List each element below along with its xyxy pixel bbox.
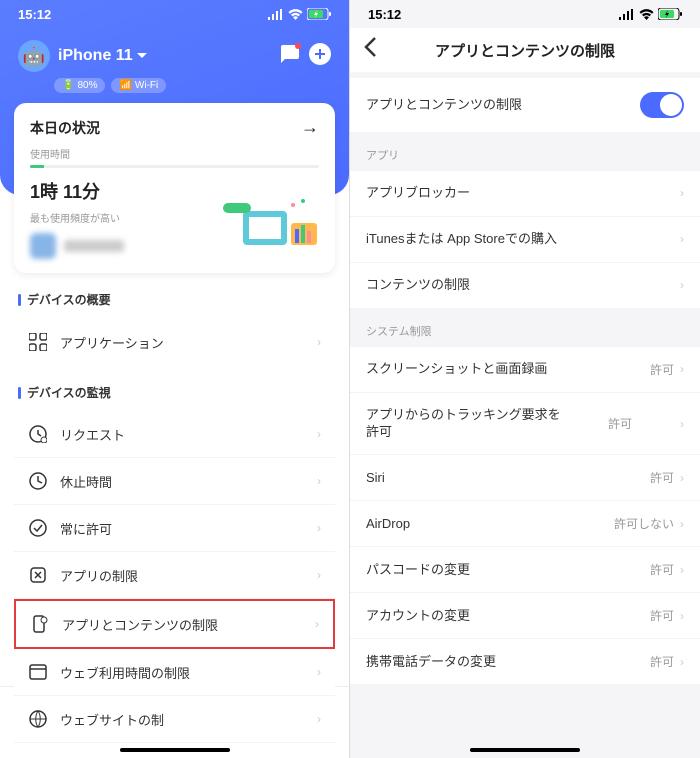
hourglass-icon	[28, 565, 48, 585]
signal-icon	[619, 9, 635, 20]
chevron-right-icon: ›	[317, 665, 321, 679]
chevron-right-icon: ›	[680, 471, 684, 485]
chevron-left-icon	[364, 37, 376, 57]
arrow-right-icon: →	[301, 117, 319, 138]
section-system-label: システム制限	[350, 309, 700, 347]
device-header: 🤖 iPhone 11	[14, 28, 335, 80]
chat-icon	[279, 45, 299, 63]
back-button[interactable]	[364, 37, 388, 63]
status-time: 15:12	[18, 7, 51, 22]
chevron-right-icon: ›	[317, 712, 321, 726]
wifi-icon	[639, 9, 654, 20]
master-toggle-row: アプリとコンテンツの制限	[350, 78, 700, 133]
status-indicators	[619, 8, 682, 20]
content-limit-row[interactable]: コンテンツの制限 ›	[350, 263, 700, 309]
usage-time-label: 使用時間	[30, 146, 319, 161]
today-title: 本日の状況	[30, 118, 100, 138]
chevron-right-icon: ›	[317, 521, 321, 535]
browser-icon	[28, 662, 48, 682]
chevron-right-icon: ›	[680, 655, 684, 669]
globe-icon	[28, 709, 48, 729]
monitor-website-limit[interactable]: ウェブサイトの制 ›	[14, 696, 335, 743]
chevron-right-icon: ›	[680, 517, 684, 531]
home-indicator[interactable]	[470, 748, 580, 752]
plus-circle-icon	[309, 43, 331, 65]
check-icon	[28, 518, 48, 538]
device-avatar: 🤖	[18, 40, 50, 72]
illustration-icon	[213, 193, 323, 255]
screenshot-row[interactable]: スクリーンショットと画面録画 許可 ›	[350, 347, 700, 393]
phone-right-screen: 15:12 アプリとコンテンツの制限 アプリとコンテンツの制限 アプリ アプリブ…	[350, 0, 700, 758]
today-status-card[interactable]: 本日の状況 → 使用時間 1時 11分 最も使用頻度が高い	[14, 103, 335, 273]
phone-gear-icon	[30, 614, 50, 634]
airdrop-row[interactable]: AirDrop 許可しない ›	[350, 501, 700, 547]
chevron-right-icon: ›	[680, 417, 684, 431]
blurred-app-name	[64, 240, 124, 252]
monitor-downtime[interactable]: 休止時間 ›	[14, 458, 335, 505]
monitor-app-content-limit[interactable]: アプリとコンテンツの制限 ›	[14, 599, 335, 649]
cellular-row[interactable]: 携帯電話データの変更 許可 ›	[350, 639, 700, 684]
add-button[interactable]	[309, 43, 331, 70]
passcode-row[interactable]: パスコードの変更 許可 ›	[350, 547, 700, 593]
blurred-app-icon	[30, 233, 56, 259]
chevron-right-icon: ›	[680, 609, 684, 623]
chevron-right-icon: ›	[680, 278, 684, 292]
chevron-right-icon: ›	[315, 617, 319, 631]
account-row[interactable]: アカウントの変更 許可 ›	[350, 593, 700, 639]
grid-icon	[28, 332, 48, 352]
usage-bar	[30, 165, 319, 168]
app-blocker-row[interactable]: アプリブロッカー ›	[350, 171, 700, 217]
chevron-right-icon: ›	[680, 232, 684, 246]
battery-badge: 🔋 80%	[54, 78, 105, 93]
itunes-purchase-row[interactable]: iTunesまたは App Storeでの購入 ›	[350, 217, 700, 263]
chevron-right-icon: ›	[680, 186, 684, 200]
phone-left-screen: 15:12 🤖 iPhone 11 🔋 80%	[0, 0, 350, 758]
wifi-badge: 📶 Wi-Fi	[111, 78, 166, 93]
monitor-web-time-limit[interactable]: ウェブ利用時間の制限 ›	[14, 649, 335, 696]
tracking-row[interactable]: アプリからのトラッキング要求を許可 許可 ›	[350, 393, 700, 456]
chevron-right-icon: ›	[317, 335, 321, 349]
signal-icon	[268, 9, 284, 20]
chevron-down-icon	[137, 53, 147, 59]
chevron-right-icon: ›	[317, 568, 321, 582]
chevron-right-icon: ›	[680, 563, 684, 577]
device-name-dropdown[interactable]: iPhone 11	[58, 47, 271, 65]
battery-icon	[658, 8, 682, 20]
section-overview-label: デバイスの概要	[18, 291, 335, 308]
messages-button[interactable]	[279, 45, 299, 68]
status-bar: 15:12	[0, 0, 349, 28]
monitor-request[interactable]: リクエスト ›	[14, 411, 335, 458]
nav-header: アプリとコンテンツの制限	[350, 28, 700, 72]
siri-row[interactable]: Siri 許可 ›	[350, 455, 700, 501]
master-toggle[interactable]	[640, 92, 684, 118]
overview-applications[interactable]: アプリケーション ›	[14, 318, 335, 366]
chevron-right-icon: ›	[317, 427, 321, 441]
status-time: 15:12	[368, 7, 401, 22]
battery-icon	[307, 8, 331, 20]
wifi-icon	[288, 9, 303, 20]
clock-icon	[28, 471, 48, 491]
monitor-app-limit[interactable]: アプリの制限 ›	[14, 552, 335, 599]
chevron-right-icon: ›	[317, 474, 321, 488]
status-indicators	[268, 8, 331, 20]
section-app-label: アプリ	[350, 133, 700, 171]
chevron-right-icon: ›	[680, 362, 684, 376]
request-icon	[28, 424, 48, 444]
monitor-always-allow[interactable]: 常に許可 ›	[14, 505, 335, 552]
section-monitor-label: デバイスの監視	[18, 384, 335, 401]
status-bar: 15:12	[350, 0, 700, 28]
page-title: アプリとコンテンツの制限	[350, 40, 700, 61]
device-badges: 🔋 80% 📶 Wi-Fi	[54, 78, 335, 93]
